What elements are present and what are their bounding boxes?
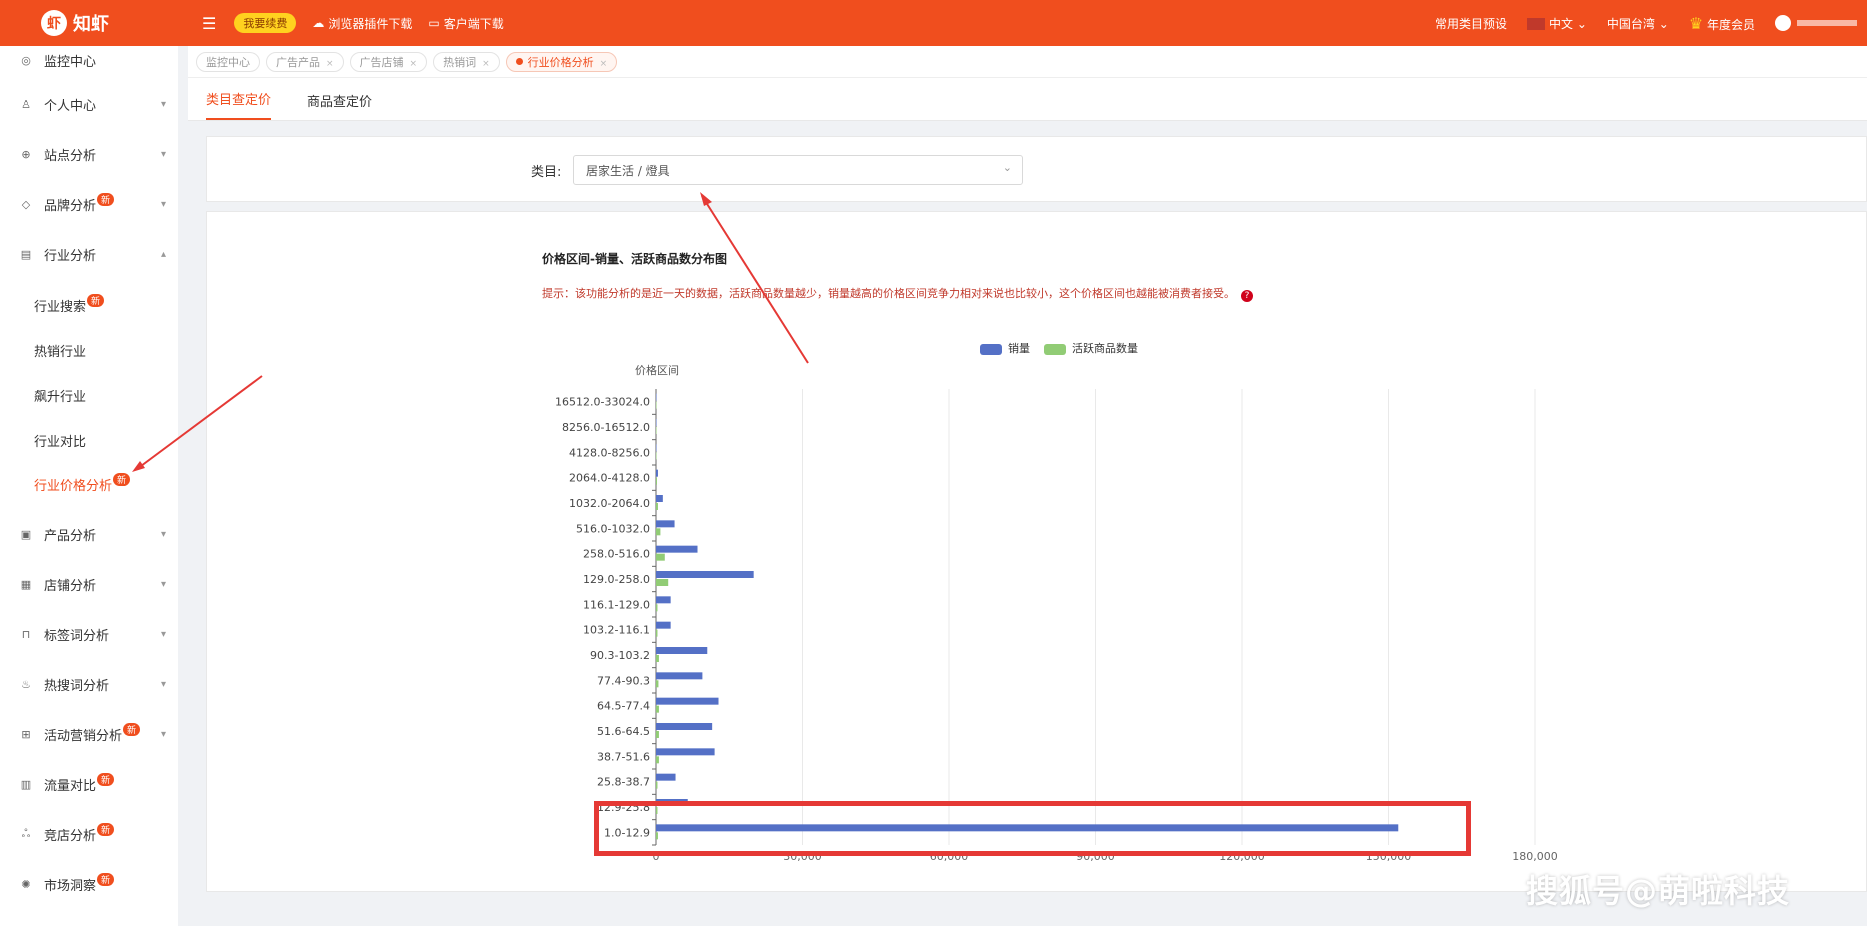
arrow-head [700,192,712,206]
arrow-head [132,461,145,472]
annotation-arrows [132,192,809,472]
watermark: 搜狐号@萌啦科技 [1526,872,1791,910]
arrow-to-category [701,195,809,364]
arrow-to-sidebar [136,375,263,470]
